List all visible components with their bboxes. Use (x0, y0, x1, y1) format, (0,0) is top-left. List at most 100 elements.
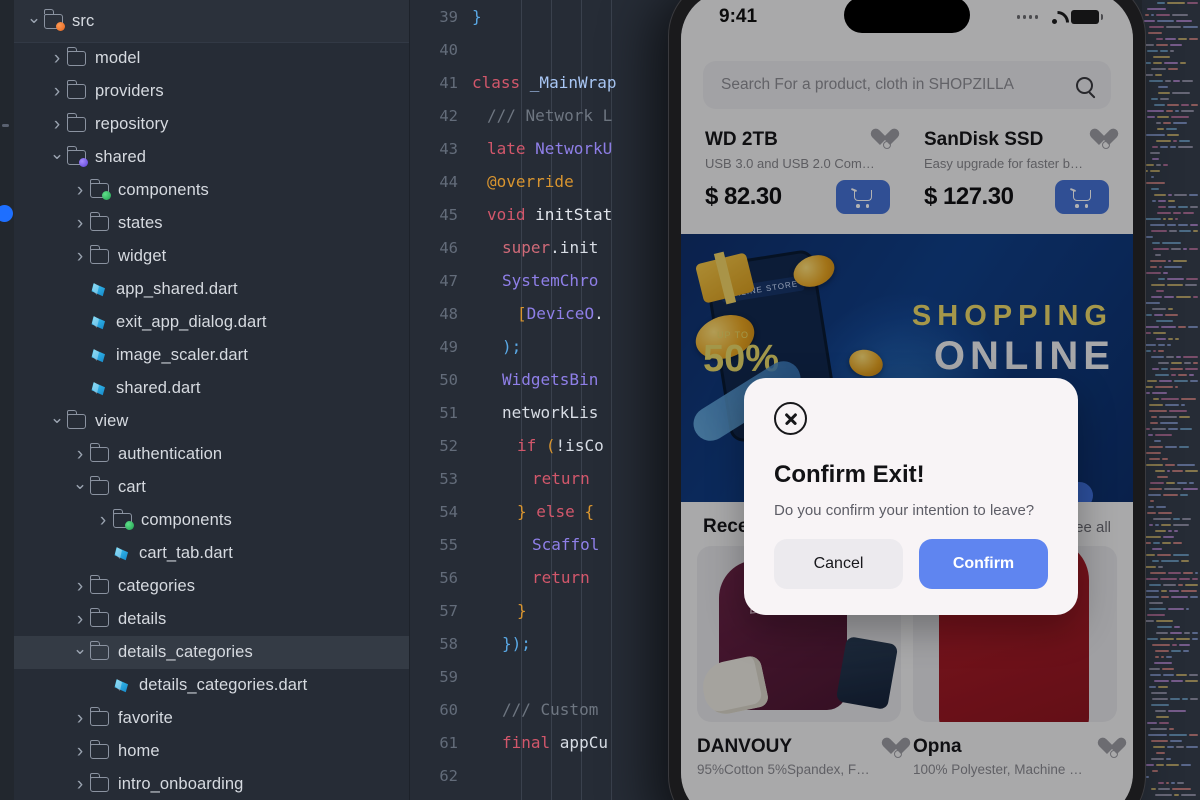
chevron-closed-icon[interactable] (70, 709, 90, 728)
folder-icon (90, 772, 109, 792)
product-subtitle: USB 3.0 and USB 2.0 Com… (705, 156, 875, 171)
product-price-row: $ 82.30 (705, 180, 890, 214)
file-explorer[interactable]: srchelpermodelprovidersrepositorysharedc… (14, 0, 410, 800)
file-tree-row[interactable]: components (14, 504, 409, 537)
file-tree-row[interactable]: details (14, 603, 409, 636)
code-text[interactable]: [DeviceO. (472, 304, 604, 323)
line-number: 54 (439, 502, 458, 521)
heart-icon[interactable] (1097, 738, 1118, 758)
chevron-closed-icon[interactable] (70, 742, 90, 761)
product-card-header: SanDisk SSD (924, 129, 1110, 151)
chevron-closed-icon[interactable] (47, 115, 67, 134)
file-tree-row[interactable]: providers (14, 75, 409, 108)
code-text[interactable]: return (472, 469, 590, 488)
activity-rail[interactable] (0, 0, 14, 800)
add-to-cart-button[interactable] (836, 180, 890, 214)
cancel-button[interactable]: Cancel (774, 539, 903, 589)
code-text[interactable]: } (472, 7, 482, 26)
file-tree-row[interactable]: model (14, 42, 409, 75)
chevron-open-icon[interactable] (70, 479, 90, 496)
search-input[interactable]: Search For a product, cloth in SHOPZILLA (703, 61, 1111, 109)
line-number: 39 (439, 7, 458, 26)
file-tree-row[interactable]: details_categories.dart (14, 669, 409, 702)
file-tree-sticky-header[interactable]: src (14, 0, 409, 42)
heart-icon[interactable] (1089, 129, 1110, 149)
code-text[interactable]: super.init (472, 238, 598, 257)
chevron-open-icon[interactable] (47, 413, 67, 430)
chevron-closed-icon[interactable] (70, 610, 90, 629)
phone-mockup: 9:41 Search For a product, cloth in SHOP… (668, 0, 1146, 800)
product-card[interactable]: WD 2TB USB 3.0 and USB 2.0 Com… $ 82.30 (691, 121, 904, 224)
file-tree-row[interactable]: authentication (14, 438, 409, 471)
phone-screen[interactable]: 9:41 Search For a product, cloth in SHOP… (681, 0, 1133, 800)
file-tree-row[interactable]: cart_tab.dart (14, 537, 409, 570)
file-tree-row[interactable]: image_scaler.dart (14, 339, 409, 372)
product-card[interactable]: SanDisk SSD Easy upgrade for faster b… $ 1… (910, 121, 1123, 224)
file-tree-row[interactable]: details_categories (14, 636, 409, 669)
folder-icon (90, 706, 109, 726)
code-text[interactable]: WidgetsBin (472, 370, 598, 389)
rail-indicator-dot[interactable] (0, 205, 13, 222)
file-tree-row[interactable]: cart (14, 471, 409, 504)
file-tree-row[interactable]: states (14, 207, 409, 240)
chevron-closed-icon[interactable] (47, 82, 67, 101)
file-tree-row[interactable]: favorite (14, 702, 409, 735)
confirm-exit-dialog[interactable]: Confirm Exit! Do you confirm your intent… (744, 378, 1078, 615)
heart-icon[interactable] (870, 129, 891, 149)
chevron-closed-icon[interactable] (70, 445, 90, 464)
search-icon[interactable] (1076, 76, 1093, 94)
product-title: WD 2TB (705, 129, 778, 150)
code-text[interactable]: } (472, 601, 527, 620)
chevron-closed-icon[interactable] (93, 511, 113, 530)
code-text[interactable]: /// Custom (472, 700, 598, 719)
editor-minimap[interactable] (1142, 0, 1200, 800)
file-tree-row[interactable]: shared (14, 141, 409, 174)
code-text[interactable]: final appCu (472, 733, 608, 752)
code-text[interactable]: Scaffol (472, 535, 599, 554)
code-text[interactable]: networkLis (472, 403, 598, 422)
chevron-open-icon[interactable] (24, 13, 44, 30)
code-text[interactable]: class _MainWrap (472, 73, 617, 92)
file-tree-row-label: view (95, 412, 129, 430)
code-text[interactable]: /// Network L (472, 106, 612, 125)
confirm-button[interactable]: Confirm (919, 539, 1048, 589)
file-tree-list[interactable]: srchelpermodelprovidersrepositorysharedc… (14, 0, 409, 800)
file-tree-row[interactable]: repository (14, 108, 409, 141)
file-tree-row[interactable]: view (14, 405, 409, 438)
chevron-closed-icon[interactable] (70, 775, 90, 794)
chevron-closed-icon[interactable] (70, 214, 90, 233)
chevron-closed-icon[interactable] (70, 181, 90, 200)
chevron-closed-icon[interactable] (47, 49, 67, 68)
file-tree-row[interactable]: categories (14, 570, 409, 603)
chevron-closed-icon[interactable] (70, 577, 90, 596)
file-tree-row[interactable]: widget (14, 240, 409, 273)
code-text[interactable]: } else { (472, 502, 594, 521)
code-text[interactable]: if (!isCo (472, 436, 604, 455)
file-tree-row-label: components (141, 511, 232, 529)
top-products-row[interactable]: WD 2TB USB 3.0 and USB 2.0 Com… $ 82.30 San… (681, 109, 1133, 224)
file-tree-row-label: providers (95, 82, 164, 100)
chevron-open-icon[interactable] (70, 644, 90, 661)
heart-icon[interactable] (881, 738, 902, 758)
file-tree-row[interactable]: home (14, 735, 409, 768)
file-tree-row[interactable]: src (14, 5, 94, 38)
file-tree-row[interactable]: exit_app_dialog.dart (14, 306, 409, 339)
code-text[interactable]: SystemChro (472, 271, 598, 290)
file-tree-row[interactable]: intro_onboarding (14, 768, 409, 800)
code-text[interactable]: return (472, 568, 590, 587)
code-text[interactable]: void initStat (472, 205, 612, 224)
folder-icon (44, 9, 65, 31)
chevron-open-icon[interactable] (47, 149, 67, 166)
dialog-title: Confirm Exit! (774, 461, 925, 488)
code-text[interactable]: @override (472, 172, 574, 191)
close-circle-icon[interactable] (774, 402, 807, 435)
line-number: 48 (439, 304, 458, 323)
add-to-cart-button[interactable] (1055, 180, 1109, 214)
chevron-closed-icon[interactable] (70, 247, 90, 266)
code-text[interactable]: ); (472, 337, 521, 356)
file-tree-row[interactable]: components (14, 174, 409, 207)
code-text[interactable]: late NetworkU (472, 139, 612, 158)
code-text[interactable]: }); (472, 634, 531, 653)
file-tree-row[interactable]: app_shared.dart (14, 273, 409, 306)
file-tree-row[interactable]: shared.dart (14, 372, 409, 405)
